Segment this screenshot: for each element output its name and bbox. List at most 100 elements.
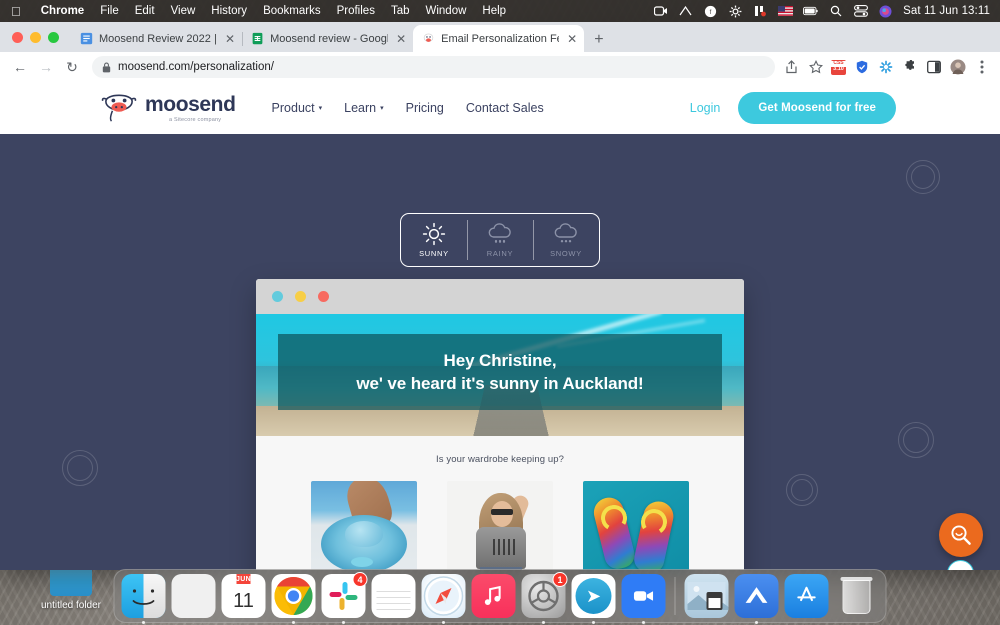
dock-app-system-preferences[interactable]: 1 xyxy=(521,572,568,624)
reload-button[interactable]: ↻ xyxy=(60,55,84,79)
nav-item-pricing[interactable]: Pricing xyxy=(406,101,444,115)
browser-tab-email-personalization[interactable]: Email Personalization Features ✕ xyxy=(413,25,585,52)
hat-ribbon-shape xyxy=(351,557,373,567)
trash-icon xyxy=(835,574,879,618)
moosend-icon xyxy=(423,33,434,42)
back-to-top-button[interactable] xyxy=(947,560,974,570)
login-link[interactable]: Login xyxy=(690,101,721,115)
puzzle-extensions-icon[interactable] xyxy=(901,59,918,76)
moosend-logo[interactable]: moosend a Sitecore company xyxy=(100,93,236,123)
share-icon[interactable] xyxy=(783,59,800,76)
settings-gear-icon[interactable] xyxy=(728,4,743,18)
nav-item-product[interactable]: Product ▾ xyxy=(272,101,323,115)
dock-app-finder[interactable] xyxy=(121,574,166,624)
menu-file[interactable]: File xyxy=(92,5,127,17)
telegram-circle: ➤ xyxy=(575,578,612,614)
forward-button[interactable]: → xyxy=(34,55,58,79)
dock-app-launchpad[interactable] xyxy=(171,574,216,618)
menu-history[interactable]: History xyxy=(203,5,255,17)
close-window-button[interactable] xyxy=(12,31,23,43)
weather-option-sunny[interactable]: SUNNY xyxy=(401,214,467,266)
hero-text-overlay: Hey Christine, we' ve heard it's sunny i… xyxy=(278,334,722,410)
menu-help[interactable]: Help xyxy=(474,5,514,17)
flux-icon[interactable]: f xyxy=(703,4,718,18)
product-image-summer-straw-hat xyxy=(311,481,417,570)
safari-icon xyxy=(421,574,466,618)
document-icon xyxy=(80,32,93,45)
browser-tab-google-sheets[interactable]: Moosend review - Google Shee ✕ xyxy=(242,25,413,52)
new-tab-button[interactable]: + xyxy=(584,32,613,52)
weather-option-snowy[interactable]: SNOWY xyxy=(533,214,599,266)
tab-close-icon[interactable]: ✕ xyxy=(394,33,406,45)
tool-icon[interactable] xyxy=(753,4,768,18)
menu-edit[interactable]: Edit xyxy=(127,5,163,17)
dock-app-music[interactable] xyxy=(471,574,516,618)
menu-chrome[interactable]: Chrome xyxy=(33,5,92,17)
tab-close-icon[interactable]: ✕ xyxy=(565,33,577,45)
chrome-menu-icon[interactable] xyxy=(973,59,990,76)
menu-view[interactable]: View xyxy=(163,5,204,17)
control-center-icon[interactable] xyxy=(853,4,868,18)
product-card[interactable]: Summer straw hat $ 26.00 xyxy=(311,481,417,570)
sun-icon xyxy=(422,222,446,246)
shield-extension-icon[interactable] xyxy=(853,59,870,76)
desktop-folder-untitled[interactable]: untitled folder xyxy=(38,558,104,611)
apple-menu-icon[interactable]:  xyxy=(0,5,33,18)
menu-bookmarks[interactable]: Bookmarks xyxy=(255,5,329,17)
dock-app-telegram[interactable]: ➤ xyxy=(571,574,616,624)
bookmark-star-icon[interactable] xyxy=(807,59,824,76)
siri-icon[interactable] xyxy=(878,4,893,18)
grammarly-icon[interactable]: CSS 3.10 xyxy=(831,59,846,75)
back-button[interactable]: ← xyxy=(8,55,32,79)
dock-app-zoom[interactable] xyxy=(621,574,666,624)
weather-option-rainy[interactable]: RAINY xyxy=(467,214,533,266)
email-headline-line1: Hey Christine, xyxy=(443,350,557,370)
us-flag-icon[interactable] xyxy=(778,4,794,18)
profile-avatar-icon[interactable] xyxy=(949,59,966,76)
dock-app-calendar[interactable]: JUN 11 xyxy=(221,574,266,618)
screen-recording-icon[interactable] xyxy=(653,4,668,18)
search-fab-button[interactable] xyxy=(939,513,983,557)
tab-title: Moosend Review 2022 | Pricing xyxy=(99,32,217,45)
email-preview-card: Hey Christine, we' ve heard it's sunny i… xyxy=(256,279,744,570)
dock-app-safari[interactable] xyxy=(421,574,466,624)
dock-app-app-store[interactable] xyxy=(784,574,829,618)
maximize-window-button[interactable] xyxy=(48,31,59,43)
dock-app-trash[interactable] xyxy=(835,574,879,618)
menubar-clock[interactable]: Sat 11 Jun 13:11 xyxy=(903,5,990,17)
product-card[interactable]: Cotton t shirt $ 30.00 xyxy=(447,481,553,570)
address-bar[interactable]: moosend.com/personalization/ xyxy=(92,56,775,78)
desktop-folder-label: untitled folder xyxy=(40,600,102,611)
product-card[interactable]: Colorful flip flops $ 22.00 xyxy=(583,481,689,570)
get-moosend-for-free-button[interactable]: Get Moosend for free xyxy=(738,92,896,124)
asterisk-extension-icon[interactable] xyxy=(877,59,894,76)
browser-tab-moosend-review[interactable]: Moosend Review 2022 | Pricing ✕ xyxy=(71,25,244,52)
dock-app-notes[interactable] xyxy=(371,574,416,618)
site-nav: Product ▾ Learn ▾ Pricing Contact Sales xyxy=(272,101,544,115)
nav-item-learn[interactable]: Learn ▾ xyxy=(344,101,384,115)
side-panel-icon[interactable] xyxy=(925,59,942,76)
running-indicator xyxy=(142,621,145,624)
minimize-window-button[interactable] xyxy=(30,31,41,43)
email-preview-titlebar xyxy=(256,279,744,314)
dock-app-screenshot[interactable] xyxy=(684,574,729,618)
nordvpn-icon[interactable] xyxy=(678,4,693,18)
menubar-status-area: f Sat 11 Jun 13:11 xyxy=(653,4,1000,18)
menu-profiles[interactable]: Profiles xyxy=(329,5,383,17)
nav-item-contact-sales[interactable]: Contact Sales xyxy=(466,101,544,115)
running-indicator xyxy=(292,621,295,624)
menu-window[interactable]: Window xyxy=(418,5,475,17)
menu-tab[interactable]: Tab xyxy=(383,5,418,17)
dock-app-chrome[interactable] xyxy=(271,574,316,624)
nav-label: Contact Sales xyxy=(465,101,544,115)
running-indicator xyxy=(592,621,595,624)
finder-icon xyxy=(121,574,166,618)
dock-app-slack[interactable]: 4 xyxy=(321,572,368,624)
spotlight-search-icon[interactable] xyxy=(828,4,843,18)
tab-close-icon[interactable]: ✕ xyxy=(223,33,235,45)
running-indicator xyxy=(542,621,545,624)
dock-app-nordvpn[interactable] xyxy=(734,574,779,624)
running-indicator xyxy=(755,621,758,624)
calendar-day: 11 xyxy=(233,589,254,612)
battery-icon[interactable] xyxy=(803,4,818,18)
